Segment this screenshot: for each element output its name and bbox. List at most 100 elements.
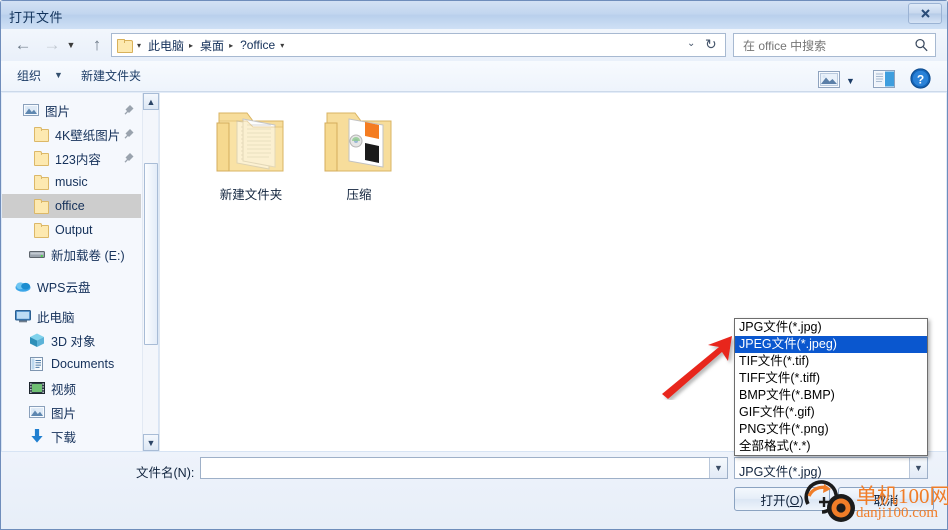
- folder-documents-icon: [216, 112, 284, 172]
- sidebar-item-label: 4K壁纸图片: [55, 128, 121, 143]
- up-button[interactable]: ↑: [86, 34, 108, 56]
- search-input[interactable]: [741, 38, 910, 54]
- sidebar-item-10[interactable]: Documents: [2, 352, 141, 376]
- search-box[interactable]: [733, 33, 936, 57]
- address-bar: ← → ▼ ↑ ▾ 此电脑 ▸ 桌面 ▸ ?office ▾ ⌄ ↻: [1, 29, 947, 61]
- open-button[interactable]: 打开(O): [734, 487, 830, 511]
- sidebar-item-9[interactable]: 3D 对象: [2, 328, 141, 352]
- sidebar-item-7[interactable]: WPS云盘: [2, 274, 141, 298]
- file-type-dropdown-button[interactable]: ▼: [909, 458, 927, 478]
- sidebar-item-6[interactable]: 新加载卷 (E:): [2, 242, 141, 266]
- sidebar-item-2[interactable]: 123内容: [2, 146, 141, 170]
- file-tile[interactable]: 压缩: [303, 105, 415, 203]
- back-button[interactable]: ←: [12, 34, 34, 56]
- dropdown-option-6[interactable]: PNG文件(*.png): [735, 421, 927, 438]
- breadcrumb-caret-1[interactable]: ▸: [226, 41, 238, 50]
- cancel-button[interactable]: 取消: [838, 487, 934, 511]
- sidebar-item-label: 图片: [45, 104, 71, 119]
- cloud-icon: [15, 282, 31, 292]
- folder-icon: [32, 126, 50, 142]
- filename-combobox[interactable]: ▼: [200, 457, 728, 479]
- dropdown-option-2[interactable]: TIF文件(*.tif): [735, 353, 927, 370]
- sidebar-item-label: 123内容: [55, 152, 101, 167]
- dropdown-option-0[interactable]: JPG文件(*.jpg): [735, 319, 927, 336]
- documents-icon: [30, 357, 43, 371]
- dropdown-option-1[interactable]: JPEG文件(*.jpeg): [735, 336, 927, 353]
- filename-label: 文件名(N):: [136, 466, 195, 480]
- sidebar-item-label: 3D 对象: [51, 334, 96, 349]
- sidebar-item-label: 图片: [51, 406, 77, 421]
- chevron-down-icon[interactable]: ▼: [54, 70, 63, 80]
- picture-icon: [22, 102, 40, 118]
- close-button[interactable]: [908, 3, 942, 24]
- sidebar-item-5[interactable]: Output: [2, 218, 141, 242]
- sidebar-item-0[interactable]: 图片: [2, 98, 141, 122]
- refresh-icon[interactable]: ↻: [705, 36, 717, 53]
- pin-icon[interactable]: [124, 151, 135, 163]
- svg-text:?: ?: [917, 72, 924, 86]
- cloud-icon: [14, 278, 32, 294]
- computer-icon: [15, 310, 31, 323]
- file-name: 新建文件夹: [219, 188, 283, 202]
- navigation-sidebar[interactable]: 图片 4K壁纸图片 123内容 music office Output 新加载卷 (E:) W…: [2, 93, 155, 451]
- new-folder-button[interactable]: 新建文件夹: [81, 67, 141, 84]
- help-icon[interactable]: ?: [910, 68, 931, 89]
- folder-icon: [32, 150, 50, 166]
- view-mode-icon[interactable]: [818, 71, 840, 88]
- search-icon: [915, 38, 928, 52]
- drive-icon: [29, 251, 45, 258]
- filename-input[interactable]: [204, 460, 703, 478]
- sidebar-item-11[interactable]: 视频: [2, 376, 141, 400]
- folder-icon: [32, 198, 50, 214]
- sidebar-item-label: WPS云盘: [37, 280, 91, 295]
- 3d-object-icon: [28, 332, 46, 348]
- breadcrumb[interactable]: ▾ 此电脑 ▸ 桌面 ▸ ?office ▾: [111, 33, 684, 57]
- sidebar-item-4[interactable]: office: [2, 194, 141, 218]
- breadcrumb-root-caret[interactable]: ▾: [134, 41, 146, 50]
- folder-archive-icon: [324, 112, 392, 172]
- forward-button[interactable]: →: [41, 34, 63, 56]
- pin-icon[interactable]: [124, 127, 135, 139]
- command-toolbar: 组织 ▼ 新建文件夹: [1, 61, 947, 92]
- scroll-up-button[interactable]: ▲: [143, 93, 159, 110]
- sidebar-item-13[interactable]: 下载: [2, 424, 141, 448]
- recent-locations-button[interactable]: ▼: [63, 34, 79, 56]
- sidebar-item-label: 下载: [51, 430, 77, 445]
- dropdown-option-7[interactable]: 全部格式(*.*): [735, 438, 927, 455]
- sidebar-item-8[interactable]: 此电脑: [2, 304, 141, 328]
- breadcrumb-item-0[interactable]: 此电脑: [146, 35, 186, 56]
- dropdown-option-4[interactable]: BMP文件(*.BMP): [735, 387, 927, 404]
- sidebar-item-label: Documents: [51, 357, 115, 371]
- chevron-down-icon[interactable]: ⌄: [687, 38, 695, 49]
- scrollbar-thumb[interactable]: [144, 163, 158, 345]
- computer-icon: [14, 308, 32, 324]
- sidebar-scrollbar[interactable]: ▲ ▼: [142, 93, 159, 451]
- sidebar-item-label: 此电脑: [37, 310, 75, 325]
- video-icon: [28, 380, 46, 396]
- dropdown-option-3[interactable]: TIFF文件(*.tiff): [735, 370, 927, 387]
- breadcrumb-item-1[interactable]: 桌面: [198, 35, 226, 56]
- file-tile[interactable]: 新建文件夹: [195, 105, 307, 203]
- folder-archive-icon: [303, 105, 415, 180]
- filename-dropdown-button[interactable]: ▼: [709, 458, 727, 478]
- scroll-down-button[interactable]: ▼: [143, 434, 159, 451]
- pin-icon[interactable]: [124, 103, 135, 115]
- breadcrumb-caret-0[interactable]: ▸: [186, 41, 198, 50]
- organize-button[interactable]: 组织: [17, 67, 41, 84]
- sidebar-item-label: 视频: [51, 382, 77, 397]
- sidebar-item-1[interactable]: 4K壁纸图片: [2, 122, 141, 146]
- dropdown-option-5[interactable]: GIF文件(*.gif): [735, 404, 927, 421]
- breadcrumb-caret-2[interactable]: ▾: [277, 41, 289, 50]
- file-type-dropdown-list[interactable]: JPG文件(*.jpg) JPEG文件(*.jpeg) TIF文件(*.tif) TI…: [734, 318, 928, 456]
- download-icon: [31, 429, 43, 443]
- sidebar-item-label: 新加载卷 (E:): [51, 248, 125, 263]
- file-type-combobox[interactable]: JPG文件(*.jpg) ▼: [734, 457, 928, 479]
- breadcrumb-item-2[interactable]: ?office: [238, 36, 277, 54]
- sidebar-item-label: office: [55, 199, 85, 213]
- folder-documents-icon: [195, 105, 307, 180]
- close-icon: [920, 9, 930, 18]
- preview-pane-icon[interactable]: [873, 70, 895, 88]
- sidebar-item-3[interactable]: music: [2, 170, 141, 194]
- sidebar-item-12[interactable]: 图片: [2, 400, 141, 424]
- view-mode-chevron-down-icon[interactable]: ▼: [846, 76, 855, 86]
